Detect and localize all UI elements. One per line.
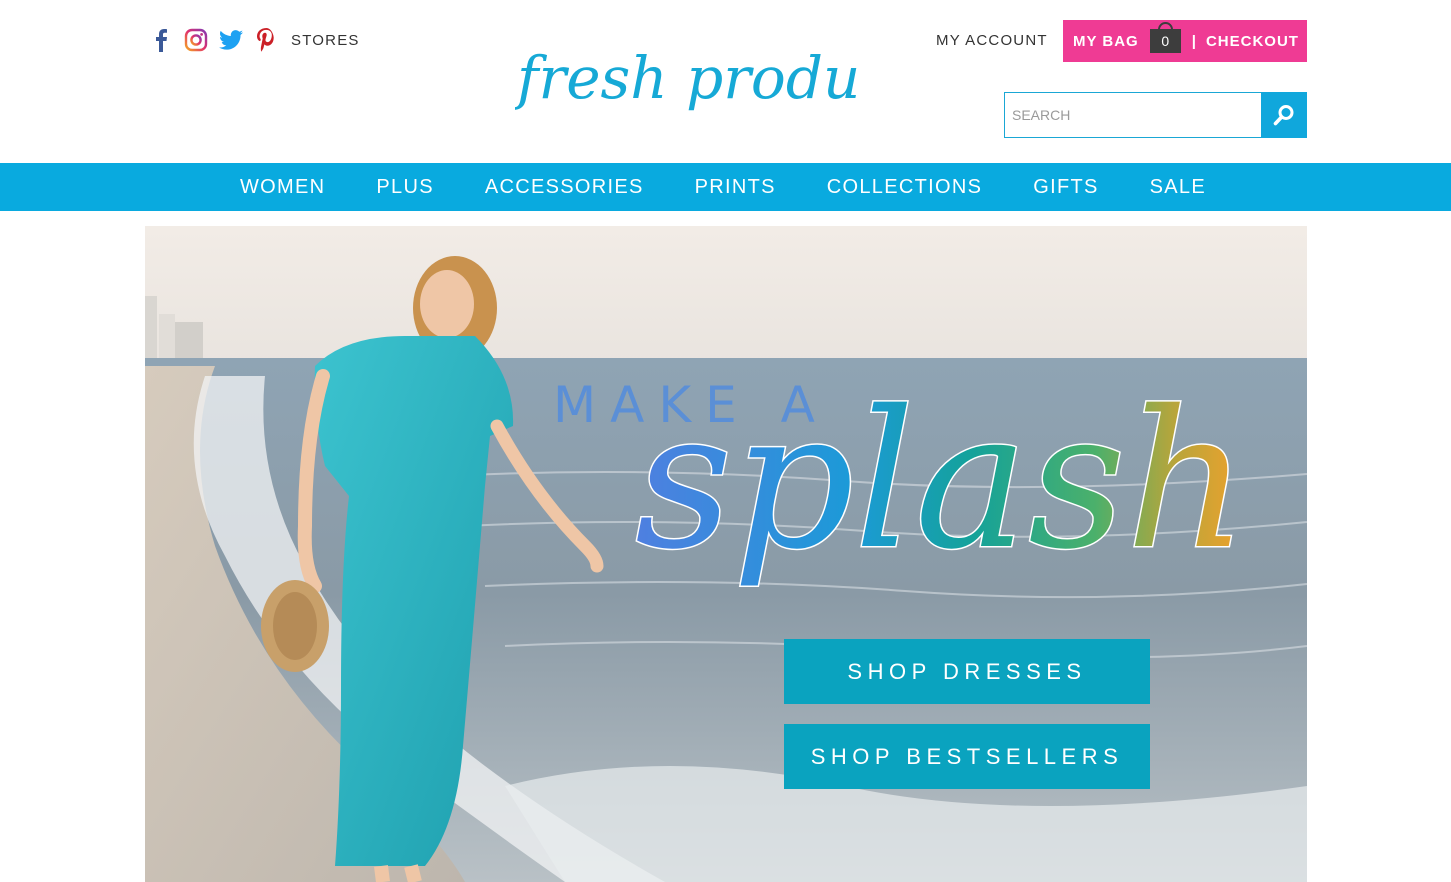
bag-count: 0 [1149, 29, 1181, 53]
nav-item-prints[interactable]: PRINTS [695, 176, 776, 199]
search-bar [1004, 92, 1307, 138]
search-button[interactable] [1261, 92, 1307, 138]
twitter-icon[interactable] [218, 27, 244, 53]
facebook-icon[interactable] [148, 27, 174, 53]
my-account-link[interactable]: MY ACCOUNT [936, 32, 1048, 49]
nav-item-plus[interactable]: PLUS [376, 176, 433, 199]
instagram-icon[interactable] [183, 27, 209, 53]
brand-logo[interactable]: fresh produce [513, 36, 927, 132]
nav-item-sale[interactable]: SALE [1150, 176, 1206, 199]
search-icon [1273, 105, 1294, 126]
logo-text: fresh produce [515, 44, 860, 112]
stores-link[interactable]: STORES [291, 32, 360, 49]
main-nav: WOMEN PLUS ACCESSORIES PRINTS COLLECTION… [0, 163, 1451, 211]
my-bag-label[interactable]: MY BAG [1073, 33, 1139, 50]
nav-item-collections[interactable]: COLLECTIONS [827, 176, 982, 199]
nav-item-women[interactable]: WOMEN [240, 176, 325, 199]
social-links: STORES [148, 26, 360, 54]
hero-banner: MAKE A splash SHOP DRESSES SHOP BESTSELL… [145, 226, 1307, 882]
checkout-link[interactable]: CHECKOUT [1206, 33, 1299, 50]
nav-item-accessories[interactable]: ACCESSORIES [485, 176, 644, 199]
shop-dresses-button[interactable]: SHOP DRESSES [784, 639, 1150, 704]
bag-checkout-bar[interactable]: MY BAG 0 | CHECKOUT [1063, 20, 1307, 62]
shop-bestsellers-button[interactable]: SHOP BESTSELLERS [784, 724, 1150, 789]
bag-separator: | [1191, 32, 1197, 50]
search-input[interactable] [1004, 92, 1261, 138]
nav-item-gifts[interactable]: GIFTS [1033, 176, 1098, 199]
bag-icon: 0 [1149, 22, 1181, 53]
pinterest-icon[interactable] [253, 27, 279, 53]
